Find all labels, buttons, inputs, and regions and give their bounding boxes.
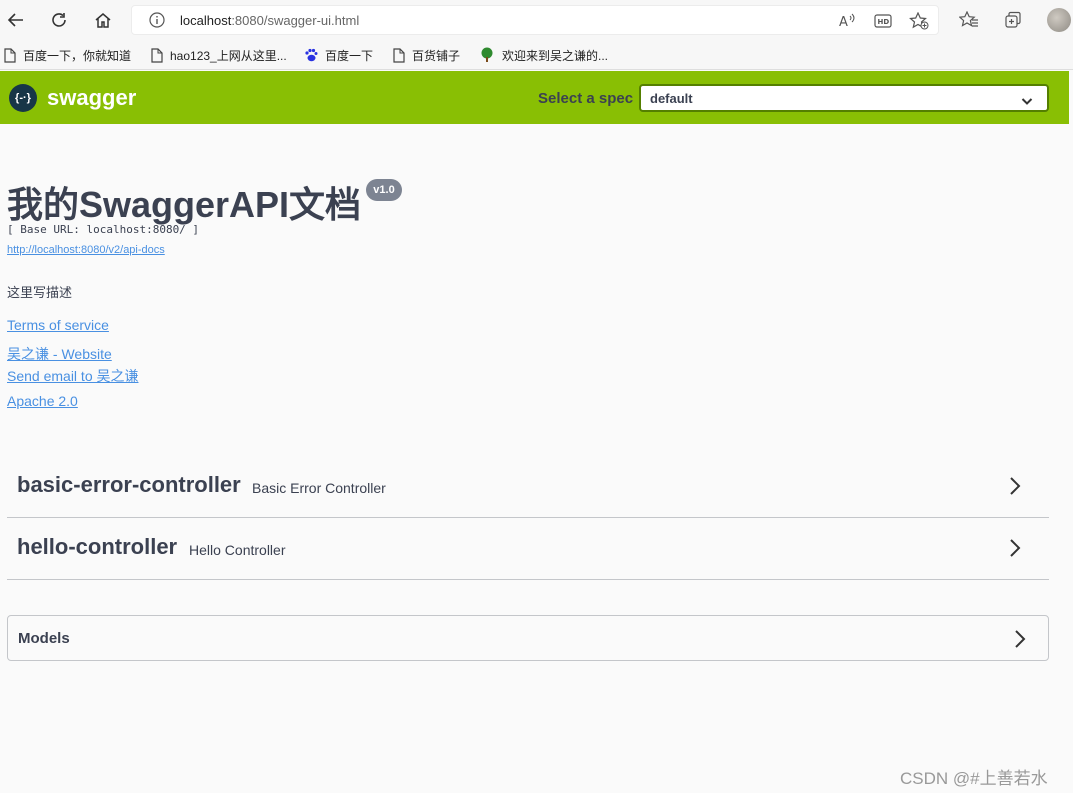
favorites-icon[interactable] bbox=[958, 9, 980, 31]
terms-of-service-link[interactable]: Terms of service bbox=[7, 317, 109, 333]
home-icon[interactable] bbox=[89, 6, 117, 34]
page-icon bbox=[393, 47, 405, 63]
bookmarks-bar: 百度一下，你就知道 hao123_上网从这里... 百度一下 百货铺子 欢迎来到… bbox=[0, 40, 1073, 70]
read-aloud-icon[interactable]: A bbox=[837, 12, 857, 30]
website-link[interactable]: 吴之谦 - Website bbox=[7, 344, 112, 364]
chevron-down-icon bbox=[1021, 93, 1033, 111]
add-favorite-icon[interactable] bbox=[909, 12, 929, 30]
bookmark-label: 欢迎来到吴之谦的... bbox=[502, 48, 609, 63]
bookmark-baidu-2[interactable]: 百度一下 bbox=[304, 45, 373, 65]
hd-icon[interactable]: HD bbox=[873, 12, 893, 30]
license-link[interactable]: Apache 2.0 bbox=[7, 393, 78, 409]
svg-text:HD: HD bbox=[878, 18, 890, 26]
refresh-icon[interactable] bbox=[45, 6, 73, 34]
tag-name: basic-error-controller bbox=[17, 472, 241, 497]
tag-name: hello-controller bbox=[17, 534, 178, 559]
swagger-logo-text: swagger bbox=[47, 85, 137, 110]
address-bar[interactable]: localhost:8080/swagger-ui.html A HD bbox=[131, 5, 939, 35]
watermark: CSDN @#上善若水 bbox=[900, 769, 1048, 788]
bookmark-label: 百度一下 bbox=[325, 48, 374, 63]
baidu-paw-icon bbox=[304, 48, 318, 62]
bookmark-label: 百货铺子 bbox=[412, 48, 461, 63]
bookmark-label: 百度一下，你就知道 bbox=[23, 48, 132, 63]
chevron-right-icon[interactable] bbox=[1009, 538, 1021, 563]
tag-description: Basic Error Controller bbox=[252, 480, 386, 496]
bookmark-store[interactable]: 百货铺子 bbox=[393, 45, 460, 65]
bookmark-welcome[interactable]: 欢迎来到吴之谦的... bbox=[479, 45, 608, 65]
page-icon bbox=[151, 47, 163, 63]
url-text[interactable]: localhost:8080/swagger-ui.html bbox=[180, 13, 359, 28]
bookmark-baidu[interactable]: 百度一下，你就知道 bbox=[4, 45, 131, 65]
swagger-logo-icon: {-·} bbox=[9, 84, 37, 112]
models-label: Models bbox=[18, 630, 70, 647]
version-badge: v1.0 bbox=[366, 179, 402, 201]
spec-select-value: default bbox=[650, 91, 693, 106]
spec-select[interactable]: default bbox=[639, 84, 1049, 112]
tree-icon bbox=[479, 47, 495, 63]
chevron-right-icon[interactable] bbox=[1014, 629, 1026, 654]
models-section[interactable]: Models bbox=[7, 615, 1049, 661]
info-icon[interactable] bbox=[149, 12, 165, 33]
browser-toolbar: localhost:8080/swagger-ui.html A HD bbox=[0, 0, 1073, 40]
email-link[interactable]: Send email to 吴之谦 bbox=[7, 366, 139, 386]
tag-hello-controller[interactable]: hello-controller Hello Controller bbox=[7, 518, 1049, 580]
back-icon[interactable] bbox=[2, 6, 30, 34]
bookmark-hao123[interactable]: hao123_上网从这里... bbox=[151, 45, 287, 65]
api-title: 我的SwaggerAPI文档 bbox=[7, 184, 362, 225]
api-description: 这里写描述 bbox=[7, 285, 73, 300]
profile-avatar[interactable] bbox=[1047, 8, 1071, 32]
base-url: [ Base URL: localhost:8080/ ] bbox=[7, 223, 200, 236]
collections-icon[interactable] bbox=[1002, 9, 1024, 31]
svg-text:A: A bbox=[839, 15, 848, 29]
chevron-right-icon[interactable] bbox=[1009, 476, 1021, 501]
tag-basic-error-controller[interactable]: basic-error-controller Basic Error Contr… bbox=[7, 456, 1049, 518]
select-spec-label: Select a spec bbox=[538, 90, 634, 107]
tag-description: Hello Controller bbox=[189, 542, 286, 558]
bookmark-label: hao123_上网从这里... bbox=[170, 48, 287, 63]
page-icon bbox=[4, 47, 16, 63]
api-docs-link[interactable]: http://localhost:8080/v2/api-docs bbox=[7, 244, 165, 256]
url-path: :8080/swagger-ui.html bbox=[231, 13, 360, 28]
swagger-logo[interactable]: {-·} swagger bbox=[9, 84, 136, 112]
url-host: localhost bbox=[180, 13, 232, 28]
